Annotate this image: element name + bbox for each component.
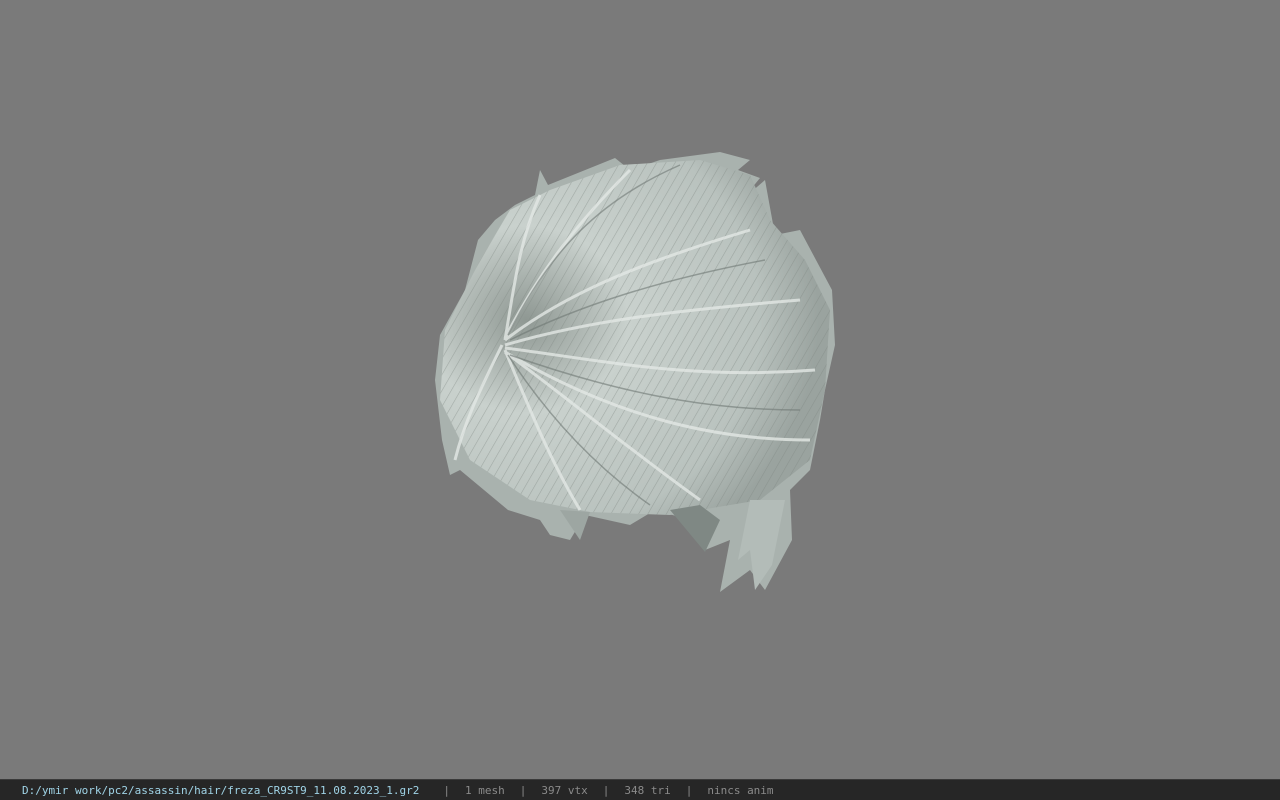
3d-viewport[interactable] xyxy=(0,0,1280,779)
triangle-count-label: 348 tri xyxy=(624,783,671,797)
hair-model[interactable] xyxy=(420,140,860,610)
animation-status-label: nincs anim xyxy=(707,783,774,797)
separator: | xyxy=(685,783,693,797)
mesh-count-label: 1 mesh xyxy=(464,783,505,797)
separator: | xyxy=(443,783,450,797)
status-bar: D:/ymir work/pc2/assassin/hair/freza_CR9… xyxy=(0,779,1280,800)
vertex-count-label: 397 vtx xyxy=(541,783,588,797)
separator: | xyxy=(602,783,610,797)
separator: | xyxy=(519,783,527,797)
file-path-label: D:/ymir work/pc2/assassin/hair/freza_CR9… xyxy=(22,783,420,797)
